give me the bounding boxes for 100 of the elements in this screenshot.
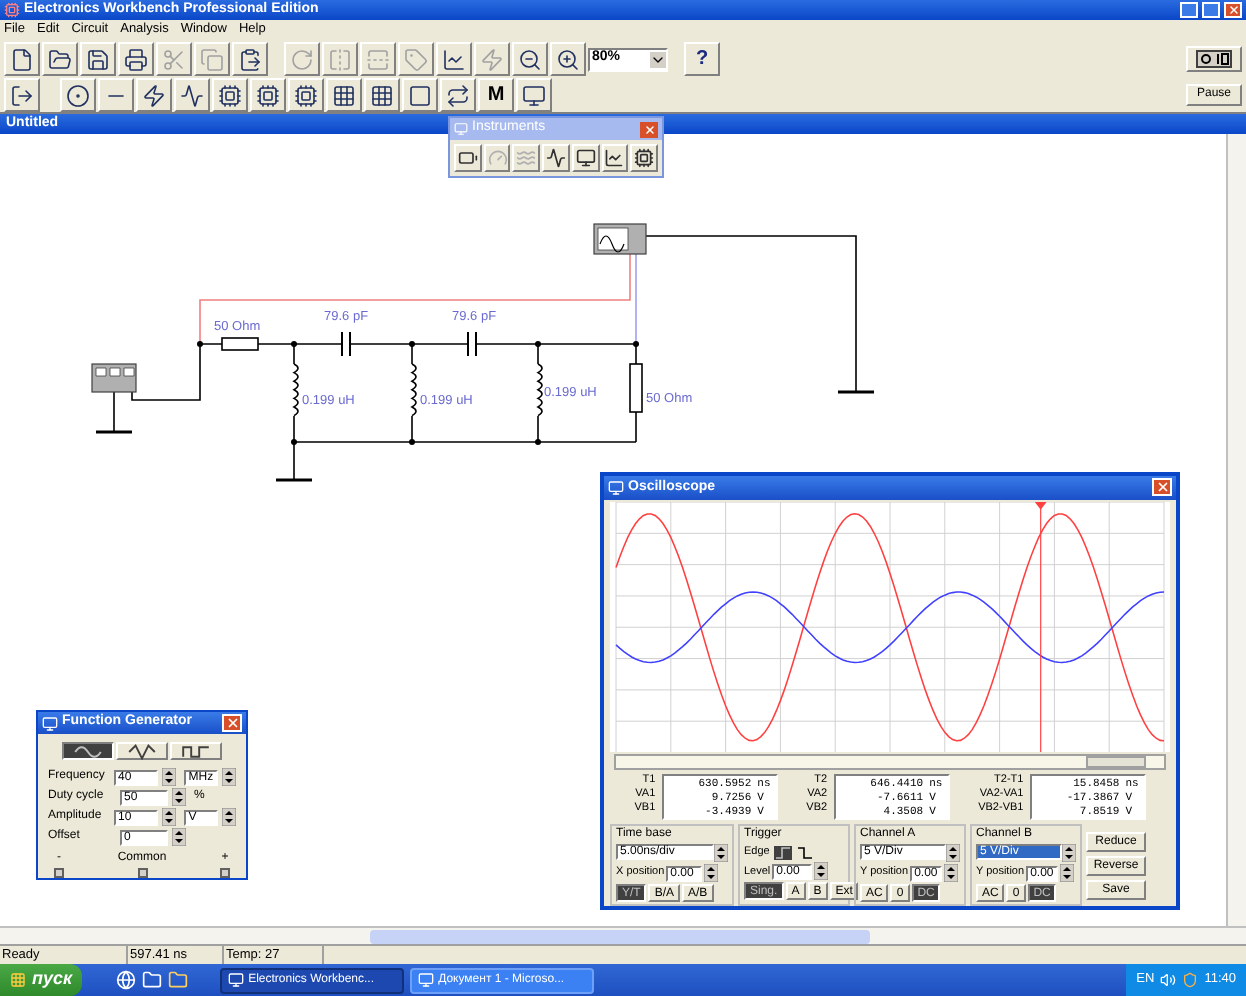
rotate-button[interactable]: [284, 42, 320, 76]
control-bin-button[interactable]: [402, 78, 438, 112]
print-button[interactable]: [118, 42, 154, 76]
spinner-icon[interactable]: [172, 788, 186, 806]
folder-icon[interactable]: [168, 970, 189, 990]
start-button[interactable]: пуск: [0, 964, 83, 996]
basic-bin-button[interactable]: [98, 78, 134, 112]
junction-dot: [291, 439, 297, 445]
instrument-button[interactable]: [630, 144, 659, 172]
edge-falling-icon[interactable]: [795, 845, 814, 860]
close-button[interactable]: [222, 714, 242, 732]
vertical-scrollbar[interactable]: [1226, 134, 1246, 926]
inductor: [293, 363, 299, 417]
line-chart-icon: [604, 148, 625, 168]
bin-button[interactable]: M: [478, 78, 514, 112]
terminal[interactable]: [220, 868, 230, 878]
instrument-button[interactable]: [454, 144, 482, 172]
chip-icon: [256, 83, 280, 107]
minimize-button[interactable]: [1180, 2, 1198, 18]
waveform-button[interactable]: [62, 742, 114, 760]
rotate-icon: [290, 47, 314, 71]
browser-icon[interactable]: [116, 970, 137, 990]
spinner-icon[interactable]: [714, 844, 728, 862]
resistor: [629, 363, 643, 413]
horizontal-scrollbar[interactable]: [0, 926, 1246, 944]
misc-bin-button[interactable]: [440, 78, 476, 112]
copy-button[interactable]: [194, 42, 230, 76]
instrument-button[interactable]: [542, 144, 570, 172]
scrollbar-thumb[interactable]: [1086, 756, 1146, 768]
source-bin-button[interactable]: [60, 78, 96, 112]
open-button[interactable]: [42, 42, 78, 76]
close-icon: [225, 716, 239, 730]
spinner-icon[interactable]: [162, 768, 177, 786]
app-icon: [418, 972, 435, 988]
activity-icon: [546, 148, 567, 168]
instruments-button[interactable]: [516, 78, 552, 112]
save-button[interactable]: [80, 42, 116, 76]
close-button[interactable]: [1152, 478, 1172, 497]
exit-button[interactable]: [4, 78, 40, 112]
instrument-button[interactable]: [601, 144, 629, 172]
chip-icon: [634, 148, 655, 168]
indicator-bin-button[interactable]: [364, 78, 400, 112]
analog-bin-button[interactable]: [212, 78, 248, 112]
save-icon: [86, 47, 110, 71]
monitor-icon: [575, 148, 596, 168]
zoom-out-button[interactable]: [512, 42, 548, 76]
dropdown-arrow-icon: [650, 51, 666, 67]
app-icon: [4, 2, 20, 18]
close-button[interactable]: [1224, 2, 1242, 18]
spinner-icon[interactable]: [222, 768, 236, 786]
spinner-icon[interactable]: [946, 844, 960, 862]
spinner-icon[interactable]: [162, 808, 177, 826]
junction-dot: [197, 341, 203, 347]
close-icon: [1227, 4, 1239, 16]
chip-icon: [294, 83, 318, 107]
close-icon: [643, 123, 655, 135]
paste-button[interactable]: [232, 42, 268, 76]
speaker-icon[interactable]: [1160, 972, 1177, 988]
circle-dot-icon: [66, 83, 90, 107]
spinner-icon[interactable]: [944, 864, 959, 882]
close-button[interactable]: [640, 121, 658, 137]
line-chart-icon: [442, 47, 466, 71]
digital-bin-button[interactable]: [288, 78, 324, 112]
square-wave-icon: [178, 743, 214, 759]
monitor-icon: [522, 83, 546, 107]
spinner-icon[interactable]: [814, 862, 829, 881]
close-icon: [1155, 480, 1169, 495]
flip-vertical-button[interactable]: [360, 42, 396, 76]
power-button[interactable]: [1186, 46, 1242, 72]
spinner-icon[interactable]: [222, 808, 236, 826]
instrument-button[interactable]: [571, 144, 600, 172]
log-out-icon: [10, 83, 34, 107]
zap-button[interactable]: [474, 42, 510, 76]
graph-button[interactable]: [436, 42, 472, 76]
spinner-icon[interactable]: [172, 828, 186, 846]
scrollbar-thumb[interactable]: [370, 929, 870, 943]
label-button[interactable]: [398, 42, 434, 76]
window-icon: [608, 479, 624, 496]
gauge-icon: [487, 148, 508, 168]
window-icon: [454, 122, 468, 136]
spinner-icon[interactable]: [1060, 864, 1075, 882]
waves-icon: [516, 148, 537, 168]
help-button[interactable]: ?: [684, 42, 720, 76]
zoom-in-button[interactable]: [550, 42, 586, 76]
mixed-bin-button[interactable]: [250, 78, 286, 112]
transistor-bin-button[interactable]: [174, 78, 210, 112]
diode-bin-button[interactable]: [136, 78, 172, 112]
edge-rising-icon[interactable]: [773, 845, 792, 860]
logic-bin-button[interactable]: [326, 78, 362, 112]
terminal[interactable]: [137, 868, 147, 878]
grid-icon: [370, 83, 394, 107]
screen-scrollbar[interactable]: [614, 754, 1166, 770]
new-file-button[interactable]: [4, 42, 40, 76]
spinner-icon[interactable]: [704, 864, 719, 882]
maximize-button[interactable]: [1202, 2, 1220, 18]
spinner-icon[interactable]: [1062, 844, 1076, 862]
flip-horizontal-button[interactable]: [322, 42, 358, 76]
windows-logo-icon: [10, 972, 26, 988]
cut-button[interactable]: [156, 42, 192, 76]
terminal[interactable]: [54, 868, 64, 878]
